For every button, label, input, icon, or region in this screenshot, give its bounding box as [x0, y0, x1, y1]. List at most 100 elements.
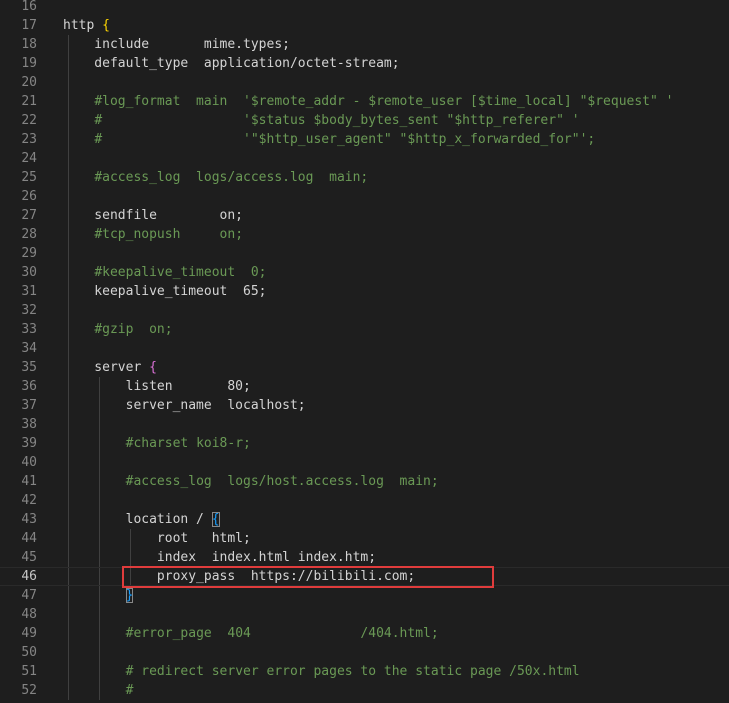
line-number: 18 [21, 37, 37, 52]
line-number: 37 [21, 398, 37, 413]
code-line[interactable]: 38 [0, 415, 729, 434]
line-number: 52 [21, 683, 37, 698]
code-line[interactable]: 44 root html; [0, 529, 729, 548]
comment-token: # [125, 683, 134, 698]
line-number: 33 [21, 322, 37, 337]
line-number: 30 [21, 265, 37, 280]
comment-token: #log_format main '$remote_addr - $remote… [94, 94, 674, 109]
code-line[interactable]: 42 [0, 491, 729, 510]
code-line[interactable]: 41 #access_log logs/host.access.log main… [0, 472, 729, 491]
line-code: root html; [63, 529, 251, 548]
code-line[interactable]: 49 #error_page 404 /404.html; [0, 624, 729, 643]
code-line[interactable]: 32 [0, 301, 729, 320]
line-number: 46 [21, 569, 37, 584]
brace-token: { [211, 512, 220, 527]
code-line[interactable]: 36 listen 80; [0, 377, 729, 396]
line-code: # '"$http_user_agent" "$http_x_forwarded… [63, 130, 595, 149]
line-number: 25 [21, 170, 37, 185]
comment-token: #charset koi8-r; [125, 436, 251, 451]
code-token: proxy_pass https://bilibili.com; [63, 569, 416, 584]
code-line[interactable]: 39 #charset koi8-r; [0, 434, 729, 453]
line-code: } [63, 586, 134, 605]
code-line[interactable]: 24 [0, 149, 729, 168]
code-line[interactable]: 17 http { [0, 16, 729, 35]
indent-guide [99, 643, 100, 662]
brace-token: { [102, 18, 110, 33]
code-line[interactable]: 28 #tcp_nopush on; [0, 225, 729, 244]
code-line[interactable]: 52 # [0, 681, 729, 700]
indent-guide [68, 149, 69, 168]
indent-guide [68, 244, 69, 263]
code-line[interactable]: 37 server_name localhost; [0, 396, 729, 415]
code-line[interactable]: 21 #log_format main '$remote_addr - $rem… [0, 92, 729, 111]
line-number: 32 [21, 303, 37, 318]
indent-guide [68, 301, 69, 320]
line-number: 23 [21, 132, 37, 147]
line-code: proxy_pass https://bilibili.com; [63, 568, 415, 585]
code-line[interactable]: 25 #access_log logs/access.log main; [0, 168, 729, 187]
line-number: 50 [21, 645, 37, 660]
line-code: listen 80; [63, 377, 251, 396]
code-line[interactable]: 27 sendfile on; [0, 206, 729, 225]
code-line[interactable]: 33 #gzip on; [0, 320, 729, 339]
indent-guide [68, 605, 69, 624]
line-number: 34 [21, 341, 37, 356]
brace-token: } [125, 588, 134, 603]
code-token: default_type application/octet-stream; [63, 56, 400, 71]
code-line[interactable]: 35 server { [0, 358, 729, 377]
code-editor[interactable]: 16 17 http {18 include mime.types; 19 defau… [0, 0, 729, 703]
line-code: index index.html index.htm; [63, 548, 376, 567]
code-line[interactable]: 45 index index.html index.htm; [0, 548, 729, 567]
comment-token: #tcp_nopush on; [94, 227, 244, 242]
line-code: server_name localhost; [63, 396, 306, 415]
code-line[interactable]: 51 # redirect server error pages to the … [0, 662, 729, 681]
code-line[interactable]: 26 [0, 187, 729, 206]
comment-token: #gzip on; [94, 322, 173, 337]
code-line[interactable]: 30 #keepalive_timeout 0; [0, 263, 729, 282]
code-line[interactable]: 29 [0, 244, 729, 263]
code-line[interactable]: 43 location / { [0, 510, 729, 529]
code-token: sendfile on; [63, 208, 244, 223]
code-line[interactable]: 48 [0, 605, 729, 624]
indent-guide [99, 605, 100, 624]
indent-guide [68, 187, 69, 206]
line-code: #tcp_nopush on; [63, 225, 243, 244]
code-line[interactable]: 50 [0, 643, 729, 662]
indent-guide [99, 415, 100, 434]
code-line[interactable]: 22 # '$status $body_bytes_sent "$http_re… [0, 111, 729, 130]
comment-token: # redirect server error pages to the sta… [125, 664, 580, 679]
code-token: server_name localhost; [63, 398, 306, 413]
line-code: default_type application/octet-stream; [63, 54, 400, 73]
code-line[interactable]: 31 keepalive_timeout 65; [0, 282, 729, 301]
code-line[interactable]: 34 [0, 339, 729, 358]
code-line[interactable]: 18 include mime.types; [0, 35, 729, 54]
code-line[interactable]: 46 proxy_pass https://bilibili.com; [0, 567, 729, 586]
code-line[interactable]: 19 default_type application/octet-stream… [0, 54, 729, 73]
line-number: 29 [21, 246, 37, 261]
code-line[interactable]: 20 [0, 73, 729, 92]
line-number: 21 [21, 94, 37, 109]
line-code: #gzip on; [63, 320, 173, 339]
line-number: 31 [21, 284, 37, 299]
line-code: # [63, 681, 134, 700]
code-token: server [63, 360, 150, 375]
indent-guide [68, 453, 69, 472]
line-number: 27 [21, 208, 37, 223]
line-number: 40 [21, 455, 37, 470]
line-code: #keepalive_timeout 0; [63, 263, 266, 282]
line-code: http { [63, 16, 110, 35]
indent-guide [68, 415, 69, 434]
code-line[interactable]: 16 [0, 0, 729, 16]
line-number: 22 [21, 113, 37, 128]
code-line[interactable]: 47 } [0, 586, 729, 605]
code-line[interactable]: 40 [0, 453, 729, 472]
code-line[interactable]: 23 # '"$http_user_agent" "$http_x_forwar… [0, 130, 729, 149]
indent-guide [68, 643, 69, 662]
indent-guide [99, 491, 100, 510]
